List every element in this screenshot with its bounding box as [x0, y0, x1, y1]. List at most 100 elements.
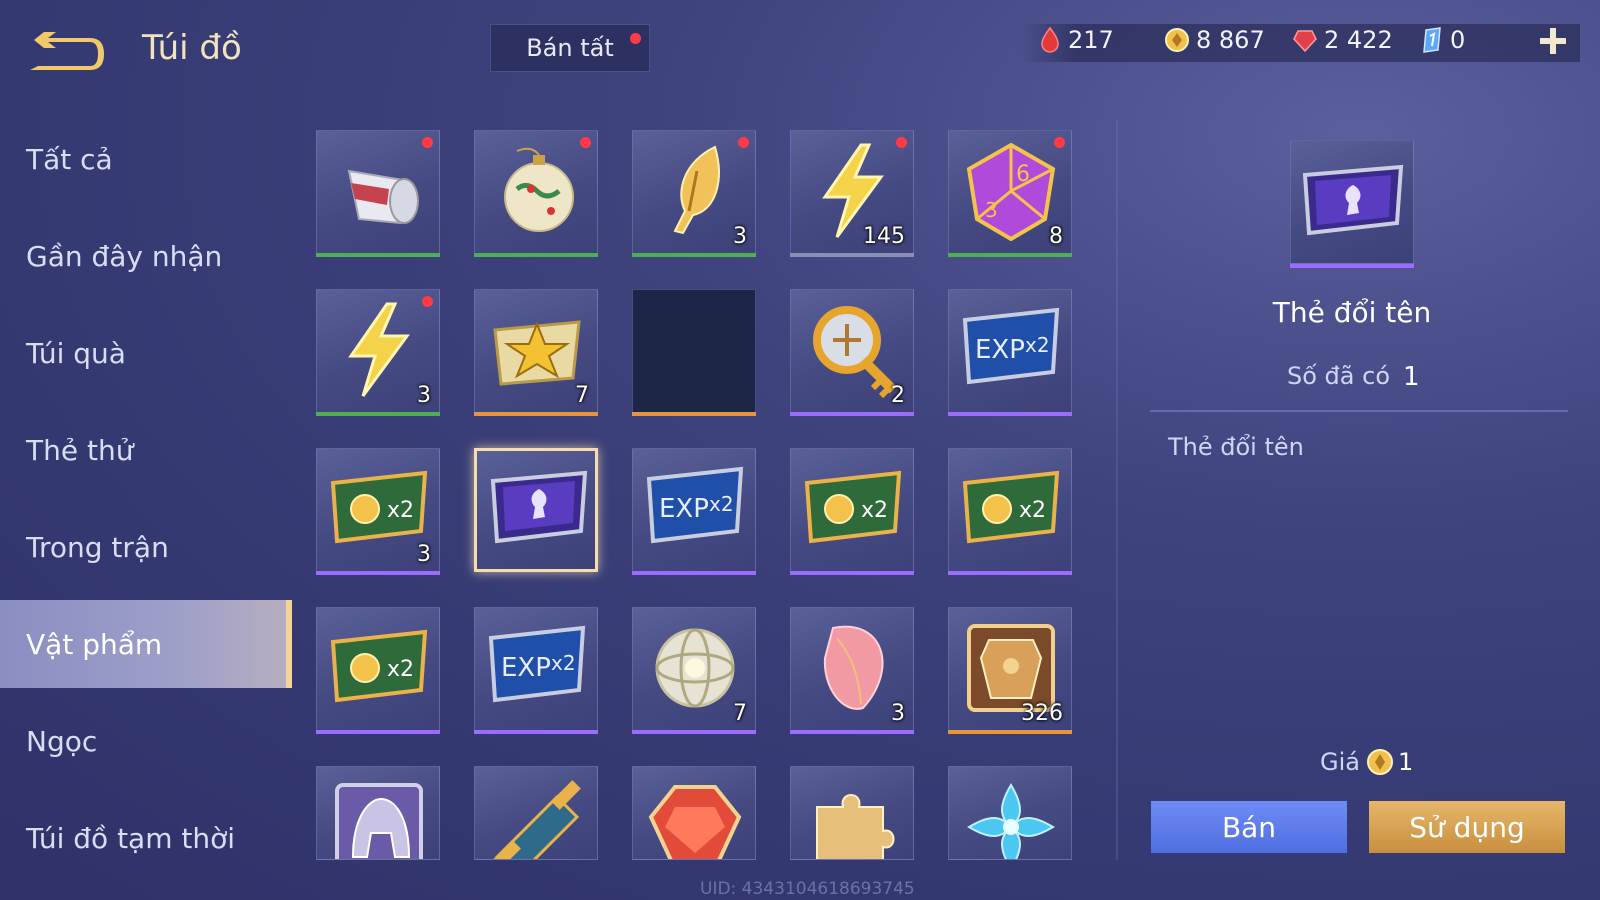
blue-crystal-icon: [1423, 27, 1441, 53]
use-button[interactable]: Sử dụng: [1369, 801, 1565, 853]
item-slot[interactable]: EXP x2: [948, 289, 1072, 416]
detail-item-name: Thẻ đổi tên: [1272, 296, 1432, 329]
item-count: 3: [417, 383, 431, 408]
currency-value: 217: [1068, 26, 1114, 54]
sidebar-item-label: Thẻ thử: [26, 433, 134, 467]
uid-text: UID: 4343104618693745: [700, 879, 915, 899]
rarity-bar: [790, 412, 914, 416]
item-slot[interactable]: 3: [316, 289, 440, 416]
svg-text:EXP: EXP: [975, 335, 1025, 365]
item-slot[interactable]: EXP x2: [632, 448, 756, 575]
item-slot[interactable]: 2: [790, 289, 914, 416]
silver-orb-icon: [655, 628, 735, 708]
gold-x2-card-icon: x2: [804, 470, 902, 544]
notification-dot: [896, 137, 907, 148]
item-slot[interactable]: x2 3: [316, 448, 440, 575]
notification-dot: [422, 137, 433, 148]
rarity-bar: [632, 730, 756, 734]
gold-x2-card-icon: x2: [962, 470, 1060, 544]
rarity-bar: [948, 253, 1072, 257]
sidebar-item[interactable]: Tất cả: [0, 115, 292, 203]
rarity-bar: [1290, 264, 1414, 268]
sidebar-item[interactable]: Túi quà: [0, 309, 292, 397]
item-slot[interactable]: [474, 130, 598, 257]
item-slot[interactable]: [474, 448, 598, 572]
sidebar-item-label: Trong trận: [26, 530, 169, 564]
sell-button[interactable]: Bán: [1151, 801, 1347, 853]
notification-dot: [738, 137, 749, 148]
rarity-bar: [316, 571, 440, 575]
item-count: 3: [891, 701, 905, 726]
item-slot[interactable]: EXP x2: [474, 607, 598, 734]
item-slot[interactable]: x2: [790, 448, 914, 575]
item-slot[interactable]: 7: [474, 289, 598, 416]
sidebar-item-label: Ngọc: [26, 724, 98, 758]
rarity-bar: [632, 412, 756, 416]
item-slot[interactable]: [316, 766, 440, 860]
notification-dot: [630, 33, 641, 44]
item-slot[interactable]: x2: [316, 607, 440, 734]
detail-divider: [1150, 410, 1568, 412]
rarity-bar: [632, 253, 756, 257]
svg-text:x2: x2: [1025, 333, 1050, 357]
add-currency-icon[interactable]: [1538, 26, 1568, 56]
item-slot[interactable]: 7: [632, 607, 756, 734]
empty-slot[interactable]: [632, 289, 756, 416]
exp-card-icon: EXP x2: [962, 307, 1060, 385]
sidebar-item[interactable]: Gần đây nhận: [0, 212, 292, 300]
top-bar: Túi đồ Bán tất 217 8 867 2 422 0: [0, 0, 1600, 96]
item-slot[interactable]: [316, 130, 440, 257]
star-badge-icon: [493, 320, 581, 386]
notification-dot: [1054, 137, 1065, 148]
rarity-bar: [474, 730, 598, 734]
gold-feather-icon: [673, 145, 720, 235]
item-count: 145: [863, 224, 905, 249]
blue-flower-icon: [967, 783, 1055, 859]
item-slot[interactable]: [474, 766, 598, 860]
rename-card-icon: [1302, 164, 1404, 236]
owned-value: 1: [1403, 362, 1420, 392]
item-slot[interactable]: x2: [948, 448, 1072, 575]
currency-gold: 8 867: [1164, 26, 1265, 54]
page-title: Túi đồ: [142, 28, 242, 68]
sell-all-button[interactable]: Bán tất: [490, 24, 650, 72]
svg-text:EXP: EXP: [659, 494, 709, 524]
currency-ruby: 217: [1038, 26, 1114, 54]
rarity-bar: [474, 253, 598, 257]
owned-label: Số đã có: [1287, 362, 1390, 390]
lightning-icon: [348, 302, 410, 397]
sell-all-label: Bán tất: [526, 34, 614, 62]
item-slot[interactable]: [948, 766, 1072, 860]
back-arrow-icon[interactable]: [28, 30, 108, 74]
rarity-bar: [790, 571, 914, 575]
item-count: 8: [1049, 224, 1063, 249]
sidebar-item[interactable]: Thẻ thử: [0, 406, 292, 494]
divider: [1116, 120, 1118, 860]
item-count: 2: [891, 383, 905, 408]
item-slot[interactable]: 145: [790, 130, 914, 257]
scroll-icon: [491, 780, 581, 859]
svg-text:x2: x2: [709, 492, 734, 516]
compass-key-icon: [813, 306, 897, 399]
sidebar-item-label: Túi quà: [26, 336, 126, 370]
price-label: Giá: [1320, 748, 1360, 776]
item-slot[interactable]: [790, 766, 914, 860]
exp-card-icon: EXP x2: [488, 625, 586, 703]
gold-x2-card-icon: x2: [330, 470, 428, 544]
sidebar-item[interactable]: Trong trận: [0, 503, 292, 591]
rarity-bar: [316, 253, 440, 257]
detail-item-icon: [1290, 140, 1414, 268]
sidebar-item[interactable]: Vật phẩm: [0, 600, 292, 688]
rarity-bar: [948, 571, 1072, 575]
sidebar-item[interactable]: Túi đồ tạm thời: [0, 794, 292, 882]
rarity-bar: [474, 412, 598, 416]
item-slot[interactable]: 638: [948, 130, 1072, 257]
item-slot[interactable]: 3: [790, 607, 914, 734]
item-count: 326: [1021, 701, 1063, 726]
item-slot[interactable]: [632, 766, 756, 860]
svg-text:3: 3: [985, 198, 998, 222]
svg-text:x2: x2: [387, 657, 414, 682]
item-slot[interactable]: 326: [948, 607, 1072, 734]
item-slot[interactable]: 3: [632, 130, 756, 257]
sidebar-item[interactable]: Ngọc: [0, 697, 292, 785]
